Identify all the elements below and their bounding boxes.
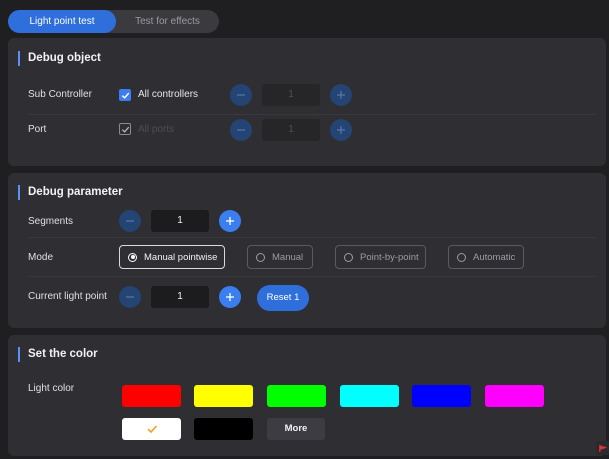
mode-option-manual[interactable]: Manual (247, 245, 313, 269)
sub-controller-minus-button[interactable] (230, 84, 252, 106)
segments-label: Segments (28, 216, 74, 227)
check-icon (146, 425, 157, 434)
mode-option-label: Automatic (473, 251, 516, 263)
color-swatch[interactable] (194, 418, 253, 440)
mode-option-label: Point-by-point (360, 251, 419, 263)
panel-title-debug-parameter: Debug parameter (18, 185, 123, 200)
mode-option-manual-pointwise[interactable]: Manual pointwise (119, 245, 225, 269)
color-swatch[interactable] (485, 385, 544, 407)
mode-label: Mode (28, 252, 54, 263)
color-swatch[interactable] (194, 385, 253, 407)
plus-icon (337, 91, 345, 99)
mode-option-automatic[interactable]: Automatic (448, 245, 524, 269)
color-swatch[interactable] (340, 385, 399, 407)
sub-controller-value[interactable]: 1 (262, 84, 320, 106)
current-light-point-label: Current light point (28, 291, 107, 302)
segments-value[interactable]: 1 (151, 210, 209, 232)
minus-icon (237, 94, 245, 96)
light-point-minus-button[interactable] (119, 286, 141, 308)
all-controllers-label: All controllers (138, 89, 199, 100)
tab-light-point-test[interactable]: Light point test (8, 10, 116, 33)
segments-plus-button[interactable] (219, 210, 241, 232)
check-icon (121, 126, 129, 133)
port-label: Port (28, 124, 47, 135)
sub-controller-label: Sub Controller (28, 89, 92, 100)
radio-icon (344, 252, 353, 262)
all-ports-checkbox[interactable] (119, 123, 131, 135)
row-divider (28, 276, 596, 277)
row-divider (28, 237, 596, 238)
radio-icon (457, 252, 466, 262)
all-controllers-checkbox[interactable] (119, 89, 131, 101)
color-swatch[interactable] (412, 385, 471, 407)
color-swatch[interactable] (267, 385, 326, 407)
panel-title-debug-object: Debug object (18, 51, 101, 66)
port-minus-button[interactable] (230, 119, 252, 141)
radio-icon (256, 252, 265, 262)
mode-option-label: Manual (272, 251, 304, 263)
reset-button[interactable]: Reset 1 (257, 285, 309, 311)
tab-bar: Light point test Test for effects (8, 10, 219, 33)
plus-icon (226, 217, 234, 225)
tab-test-for-effects[interactable]: Test for effects (116, 10, 219, 33)
light-point-plus-button[interactable] (219, 286, 241, 308)
all-ports-label: All ports (138, 124, 175, 135)
plus-icon (337, 126, 345, 134)
flag-icon[interactable] (596, 441, 609, 455)
mode-option-point-by-point[interactable]: Point-by-point (335, 245, 426, 269)
light-point-value[interactable]: 1 (151, 286, 209, 308)
row-divider (28, 114, 596, 115)
radio-icon (128, 252, 137, 262)
sub-controller-plus-button[interactable] (330, 84, 352, 106)
color-swatch[interactable] (122, 418, 181, 440)
mode-option-label: Manual pointwise (144, 251, 218, 263)
minus-icon (237, 129, 245, 131)
panel-title-set-color: Set the color (18, 347, 98, 362)
segments-minus-button[interactable] (119, 210, 141, 232)
check-icon (121, 92, 129, 99)
more-colors-button[interactable]: More (267, 418, 325, 440)
port-plus-button[interactable] (330, 119, 352, 141)
color-swatch[interactable] (122, 385, 181, 407)
plus-icon (226, 293, 234, 301)
light-color-label: Light color (28, 383, 75, 394)
port-value[interactable]: 1 (262, 119, 320, 141)
debug-object-panel: Debug object Sub Controller All controll… (8, 38, 606, 166)
minus-icon (126, 296, 134, 298)
minus-icon (126, 220, 134, 222)
